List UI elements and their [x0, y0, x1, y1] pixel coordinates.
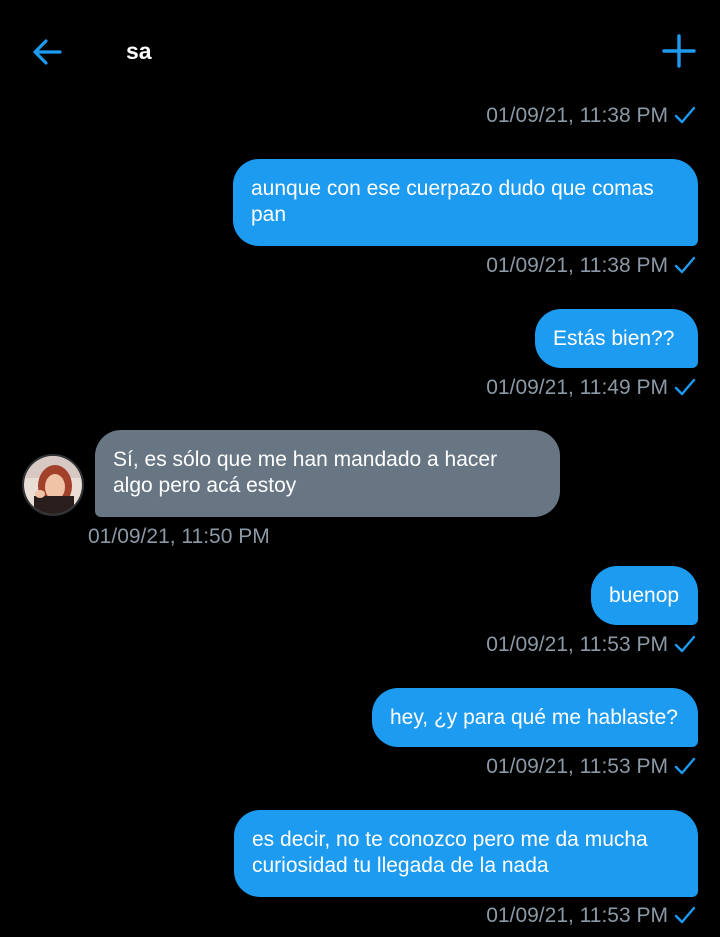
message-text-line: hey, ¿y para qué me hablaste? [390, 706, 678, 729]
read-check-icon [674, 378, 696, 396]
read-check-icon [674, 635, 696, 653]
outgoing-message-bubble[interactable]: buenop [591, 566, 698, 625]
profile-photo-icon [24, 456, 82, 514]
incoming-message-bubble[interactable]: Sí, es sólo que me han mandado a hacer a… [95, 430, 560, 517]
message-timestamp: 01/09/21, 11:49 PM [486, 376, 696, 400]
outgoing-message-bubble[interactable]: aunque con ese cuerpazo dudo que comas p… [233, 159, 698, 246]
outgoing-message-bubble[interactable]: es decir, no te conozco pero me da mucha… [234, 810, 698, 897]
message-timestamp: 01/09/21, 11:38 PM [486, 104, 696, 128]
read-check-icon [674, 256, 696, 274]
message-text-line: Estás bien?? [553, 327, 675, 350]
message-timestamp: 01/09/21, 11:50 PM [88, 525, 270, 548]
message-timestamp: 01/09/21, 11:53 PM [486, 633, 696, 657]
message-text-line: buenop [609, 584, 680, 607]
outgoing-message-bubble[interactable]: hey, ¿y para qué me hablaste? [372, 688, 698, 747]
read-check-icon [674, 906, 696, 924]
message-thread[interactable]: 01/09/21, 11:38 PM aunque con ese cuerpa… [0, 0, 720, 937]
read-check-icon [674, 757, 696, 775]
message-timestamp: 01/09/21, 11:53 PM [486, 904, 696, 928]
message-text-line: pan [251, 203, 287, 226]
message-text-line: algo pero acá estoy [113, 474, 297, 497]
message-text-line: es decir, no te conozco pero me da mucha [252, 828, 648, 851]
message-timestamp: 01/09/21, 11:38 PM [486, 254, 696, 278]
message-text-line: Sí, es sólo que me han mandado a hacer [113, 448, 498, 471]
message-text-line: aunque con ese cuerpazo dudo que comas [251, 177, 654, 200]
read-check-icon [674, 106, 696, 124]
avatar[interactable] [22, 454, 84, 516]
message-text-line: curiosidad tu llegada de la nada [252, 854, 549, 877]
message-timestamp: 01/09/21, 11:53 PM [486, 755, 696, 779]
outgoing-message-bubble[interactable]: Estás bien?? [535, 309, 698, 368]
